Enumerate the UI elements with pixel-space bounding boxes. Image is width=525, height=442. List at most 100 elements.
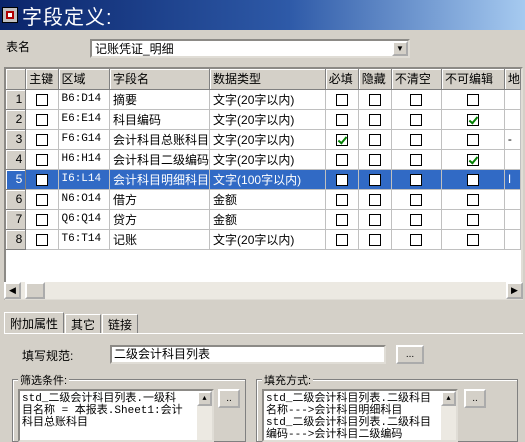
hidden-checkbox-cell[interactable] <box>358 189 392 210</box>
column-header[interactable]: 不可编辑 <box>441 69 505 90</box>
hidden-checkbox[interactable] <box>368 133 381 146</box>
scroll-left-icon[interactable]: ◀ <box>4 282 21 299</box>
primary-key-checkbox-cell[interactable] <box>25 129 59 150</box>
primary-key-checkbox[interactable] <box>35 113 48 126</box>
required-checkbox[interactable] <box>335 173 348 186</box>
data-type-cell[interactable]: 文字(20字以内) <box>209 229 326 250</box>
chevron-down-icon[interactable]: ▼ <box>392 41 408 56</box>
row-number[interactable]: 6 <box>6 189 27 210</box>
hidden-checkbox[interactable] <box>368 193 381 206</box>
data-type-cell[interactable]: 文字(20字以内) <box>209 109 326 130</box>
table-row[interactable]: 2 E6:E14 科目编码 文字(20字以内) <box>6 109 521 130</box>
tab-link[interactable]: 链接 <box>102 314 139 334</box>
row-number[interactable]: 7 <box>6 209 27 230</box>
range-cell[interactable]: F6:G14 <box>58 129 111 150</box>
primary-key-checkbox[interactable] <box>35 93 48 106</box>
no-clear-checkbox-cell[interactable] <box>391 169 442 190</box>
no-clear-checkbox[interactable] <box>410 213 423 226</box>
field-name-cell[interactable]: 会计科目总账科目 <box>109 129 211 150</box>
extra-cell[interactable]: - <box>504 129 521 150</box>
range-cell[interactable]: E6:E14 <box>58 109 111 130</box>
required-checkbox-cell[interactable] <box>325 109 359 130</box>
no-clear-checkbox[interactable] <box>410 193 423 206</box>
field-name-cell[interactable]: 记账 <box>109 229 211 250</box>
row-number[interactable]: 4 <box>6 149 27 170</box>
fill-method-text[interactable]: std_二级会计科目列表.二级科目 名称--->会计科目明细科目 std_二级会… <box>262 389 458 442</box>
required-checkbox-cell[interactable] <box>325 129 359 150</box>
primary-key-checkbox[interactable] <box>35 133 48 146</box>
readonly-checkbox-cell[interactable] <box>441 169 505 190</box>
range-cell[interactable]: B6:D14 <box>58 89 111 110</box>
app-icon[interactable] <box>2 7 18 23</box>
field-grid[interactable]: 主键 区域 字段名 数据类型 必填 隐藏 不清空 不可编辑地 1 B6:D14 摘要 文字(20字以… <box>4 67 523 300</box>
hidden-checkbox[interactable] <box>368 213 381 226</box>
scrollbar-track[interactable] <box>21 282 506 299</box>
required-checkbox[interactable] <box>335 133 348 146</box>
data-type-cell[interactable]: 文字(100字以内) <box>209 169 326 190</box>
table-row[interactable]: 7 Q6:Q14 贷方 金额 <box>6 209 521 230</box>
table-row[interactable]: 8 T6:T14 记账 文字(20字以内) <box>6 229 521 250</box>
required-checkbox-cell[interactable] <box>325 209 359 230</box>
fill-rule-browse-button[interactable]: ... <box>396 345 424 364</box>
primary-key-checkbox-cell[interactable] <box>25 189 59 210</box>
hidden-checkbox[interactable] <box>368 233 381 246</box>
readonly-checkbox[interactable] <box>466 153 479 166</box>
tab-additional-properties[interactable]: 附加属性 <box>4 312 65 334</box>
table-row[interactable]: 4 H6:H14 会计科目二级编码 文字(20字以内) <box>6 149 521 170</box>
scroll-up-icon[interactable]: ▲ <box>441 391 456 406</box>
range-cell[interactable]: I6:L14 <box>58 169 111 190</box>
readonly-checkbox[interactable] <box>466 113 479 126</box>
row-number[interactable]: 1 <box>6 89 27 110</box>
extra-cell[interactable] <box>504 229 521 250</box>
primary-key-checkbox[interactable] <box>35 153 48 166</box>
table-row[interactable]: 5 I6:L14 会计科目明细科目 文字(100字以内) I <box>6 169 521 190</box>
required-checkbox[interactable] <box>335 193 348 206</box>
range-cell[interactable]: Q6:Q14 <box>58 209 111 230</box>
no-clear-checkbox-cell[interactable] <box>391 209 442 230</box>
field-name-cell[interactable]: 贷方 <box>109 209 211 230</box>
hidden-checkbox[interactable] <box>368 93 381 106</box>
extra-cell[interactable] <box>504 149 521 170</box>
required-checkbox[interactable] <box>335 153 348 166</box>
column-header[interactable]: 必填 <box>325 69 359 90</box>
hidden-checkbox-cell[interactable] <box>358 89 392 110</box>
tab-other[interactable]: 其它 <box>65 314 102 334</box>
table-row[interactable]: 1 B6:D14 摘要 文字(20字以内) <box>6 89 521 110</box>
scroll-right-icon[interactable]: ▶ <box>506 282 523 299</box>
fill-method-browse-button[interactable]: .. <box>464 389 486 408</box>
table-row[interactable]: 6 N6:O14 借方 金额 <box>6 189 521 210</box>
column-header[interactable]: 地 <box>504 69 521 90</box>
data-type-cell[interactable]: 文字(20字以内) <box>209 129 326 150</box>
required-checkbox-cell[interactable] <box>325 169 359 190</box>
hidden-checkbox-cell[interactable] <box>358 149 392 170</box>
hidden-checkbox-cell[interactable] <box>358 129 392 150</box>
no-clear-checkbox-cell[interactable] <box>391 89 442 110</box>
no-clear-checkbox[interactable] <box>410 93 423 106</box>
primary-key-checkbox-cell[interactable] <box>25 229 59 250</box>
row-number[interactable]: 3 <box>6 129 27 150</box>
readonly-checkbox[interactable] <box>466 233 479 246</box>
required-checkbox[interactable] <box>335 113 348 126</box>
no-clear-checkbox[interactable] <box>410 133 423 146</box>
row-number[interactable]: 2 <box>6 109 27 130</box>
readonly-checkbox-cell[interactable] <box>441 189 505 210</box>
extra-cell[interactable] <box>504 89 521 110</box>
column-header[interactable]: 隐藏 <box>358 69 392 90</box>
required-checkbox[interactable] <box>335 213 348 226</box>
row-number[interactable]: 8 <box>6 229 27 250</box>
required-checkbox-cell[interactable] <box>325 189 359 210</box>
range-cell[interactable]: H6:H14 <box>58 149 111 170</box>
hidden-checkbox-cell[interactable] <box>358 209 392 230</box>
field-name-cell[interactable]: 会计科目二级编码 <box>109 149 211 170</box>
required-checkbox[interactable] <box>335 233 348 246</box>
readonly-checkbox[interactable] <box>466 93 479 106</box>
readonly-checkbox-cell[interactable] <box>441 149 505 170</box>
data-type-cell[interactable]: 文字(20字以内) <box>209 149 326 170</box>
scroll-up-icon[interactable]: ▲ <box>197 391 212 406</box>
data-type-cell[interactable]: 文字(20字以内) <box>209 89 326 110</box>
no-clear-checkbox[interactable] <box>410 113 423 126</box>
required-checkbox-cell[interactable] <box>325 89 359 110</box>
column-header[interactable]: 主键 <box>25 69 59 90</box>
column-header[interactable]: 区域 <box>58 69 111 90</box>
fill-rule-field[interactable]: 二级会计科目列表 <box>110 345 386 364</box>
